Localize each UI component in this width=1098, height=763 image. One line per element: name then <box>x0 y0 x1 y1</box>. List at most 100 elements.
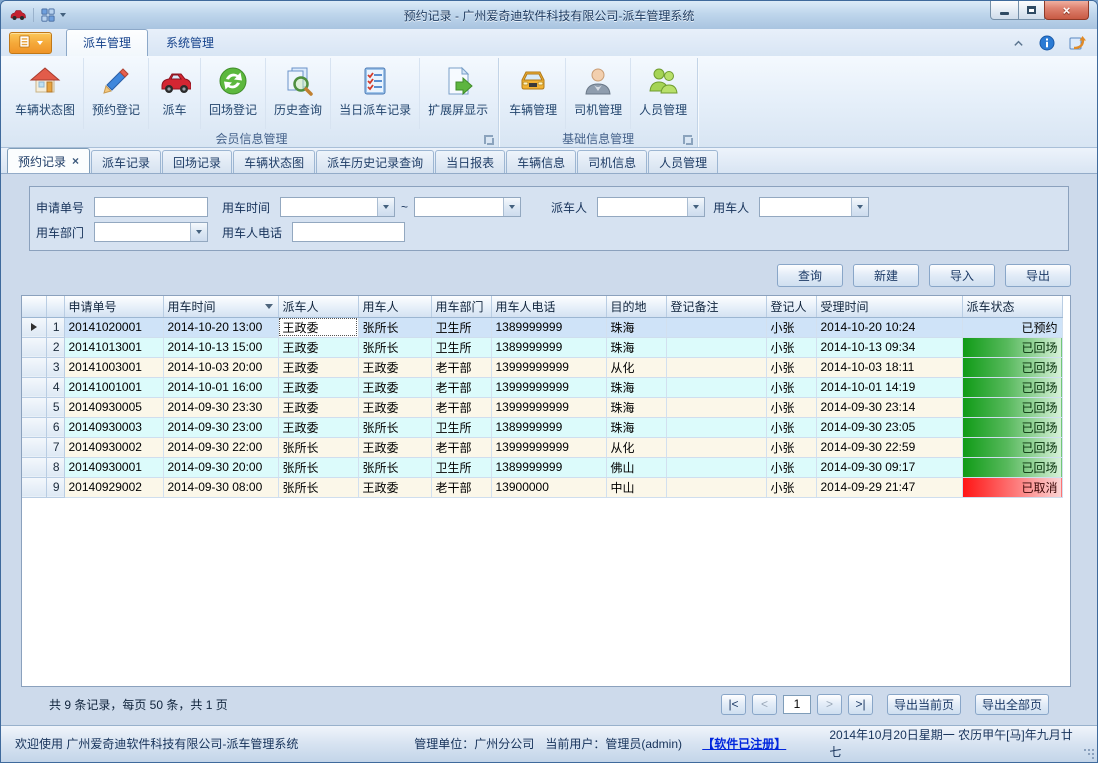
cell-destination[interactable]: 珠海 <box>606 317 666 337</box>
column-header-destination[interactable]: 目的地 <box>606 296 666 317</box>
cell-phone[interactable]: 13999999999 <box>491 437 606 457</box>
user-input[interactable] <box>760 198 851 216</box>
table-row-5[interactable]: 5201409300052014-09-30 23:30王政委王政委老干部139… <box>22 397 1062 417</box>
cell-remark[interactable] <box>666 477 766 497</box>
collapse-ribbon-chevron-icon[interactable] <box>1012 38 1025 52</box>
cell-accept-time[interactable]: 2014-10-13 09:34 <box>816 337 962 357</box>
cell-phone[interactable]: 1389999999 <box>491 417 606 437</box>
cell-remark[interactable] <box>666 317 766 337</box>
cell-remark[interactable] <box>666 457 766 477</box>
cell-destination[interactable]: 从化 <box>606 437 666 457</box>
prev-page-button[interactable]: < <box>752 694 777 715</box>
import-button[interactable]: 导入 <box>929 264 995 287</box>
document-tab-回场记录[interactable]: 回场记录 <box>162 150 232 173</box>
cell-phone[interactable]: 13900000 <box>491 477 606 497</box>
dept-combo[interactable] <box>94 222 208 242</box>
export-current-page-button[interactable]: 导出当前页 <box>887 694 961 715</box>
dropdown-button[interactable] <box>377 198 394 216</box>
cell-dispatcher[interactable]: 王政委 <box>278 357 358 377</box>
cell-dept[interactable]: 卫生所 <box>431 457 491 477</box>
last-page-button[interactable]: >| <box>848 694 873 715</box>
column-header-use-time[interactable]: 用车时间 <box>163 296 278 317</box>
cell-app-no[interactable]: 20141020001 <box>64 317 163 337</box>
use-time-from-input[interactable] <box>281 198 377 216</box>
cell-destination[interactable]: 珠海 <box>606 417 666 437</box>
document-tab-人员管理[interactable]: 人员管理 <box>648 150 718 173</box>
user-combo[interactable] <box>759 197 869 217</box>
cell-use-time[interactable]: 2014-09-30 22:00 <box>163 437 278 457</box>
cell-user[interactable]: 王政委 <box>358 357 431 377</box>
ribbon-button-回场登记[interactable]: 回场登记 <box>201 58 266 129</box>
ribbon-button-车辆管理[interactable]: 车辆管理 <box>501 58 566 129</box>
cell-accept-time[interactable]: 2014-09-30 23:14 <box>816 397 962 417</box>
cell-registrar[interactable]: 小张 <box>766 357 816 377</box>
dispatcher-combo[interactable] <box>597 197 705 217</box>
cell-dispatcher[interactable]: 王政委 <box>278 337 358 357</box>
cell-dispatcher[interactable]: 张所长 <box>278 477 358 497</box>
cell-registrar[interactable]: 小张 <box>766 417 816 437</box>
cell-destination[interactable]: 珠海 <box>606 377 666 397</box>
document-tab-司机信息[interactable]: 司机信息 <box>577 150 647 173</box>
cell-destination[interactable]: 珠海 <box>606 397 666 417</box>
column-header-status[interactable]: 派车状态 <box>962 296 1062 317</box>
cell-accept-time[interactable]: 2014-09-30 09:17 <box>816 457 962 477</box>
cell-accept-time[interactable]: 2014-10-03 18:11 <box>816 357 962 377</box>
ribbon-button-历史查询[interactable]: 历史查询 <box>266 58 331 129</box>
table-row-1[interactable]: 1201410200012014-10-20 13:00王政委张所长卫生所138… <box>22 317 1062 337</box>
row-indicator-cell[interactable] <box>22 457 46 477</box>
query-button[interactable]: 查询 <box>777 264 843 287</box>
column-header-dept[interactable]: 用车部门 <box>431 296 491 317</box>
cell-registrar[interactable]: 小张 <box>766 437 816 457</box>
filter-dropdown-icon[interactable] <box>265 304 273 309</box>
ribbon-tab-1[interactable]: 派车管理 <box>66 29 148 56</box>
table-row-8[interactable]: 8201409300012014-09-30 20:00张所长张所长卫生所138… <box>22 457 1062 477</box>
cell-registrar[interactable]: 小张 <box>766 317 816 337</box>
cell-remark[interactable] <box>666 357 766 377</box>
resize-grip[interactable] <box>1092 749 1094 759</box>
dropdown-button[interactable] <box>503 198 520 216</box>
info-icon[interactable] <box>1039 35 1055 54</box>
cell-remark[interactable] <box>666 417 766 437</box>
app-menu-button[interactable] <box>9 32 52 54</box>
ribbon-button-扩展屏显示[interactable]: 扩展屏显示 <box>420 58 496 129</box>
page-number-input[interactable] <box>783 695 811 714</box>
cell-phone[interactable]: 13999999999 <box>491 377 606 397</box>
cell-phone[interactable]: 13999999999 <box>491 397 606 417</box>
maximize-button[interactable] <box>1018 1 1045 20</box>
cell-phone[interactable]: 1389999999 <box>491 317 606 337</box>
row-indicator-cell[interactable] <box>22 337 46 357</box>
cell-accept-time[interactable]: 2014-10-20 10:24 <box>816 317 962 337</box>
quick-access-layout-icon[interactable] <box>41 8 55 22</box>
use-time-from-combo[interactable] <box>280 197 395 217</box>
cell-use-time[interactable]: 2014-10-13 15:00 <box>163 337 278 357</box>
registration-link[interactable]: 【软件已注册】 <box>702 735 829 752</box>
cell-use-time[interactable]: 2014-10-01 16:00 <box>163 377 278 397</box>
export-all-pages-button[interactable]: 导出全部页 <box>975 694 1049 715</box>
table-row-6[interactable]: 6201409300032014-09-30 23:00王政委张所长卫生所138… <box>22 417 1062 437</box>
cell-dept[interactable]: 卫生所 <box>431 337 491 357</box>
cell-app-no[interactable]: 20141003001 <box>64 357 163 377</box>
next-page-button[interactable]: > <box>817 694 842 715</box>
cell-use-time[interactable]: 2014-10-03 20:00 <box>163 357 278 377</box>
app-no-input[interactable] <box>94 197 208 217</box>
cell-user[interactable]: 王政委 <box>358 437 431 457</box>
cell-user[interactable]: 张所长 <box>358 337 431 357</box>
cell-app-no[interactable]: 20140930001 <box>64 457 163 477</box>
cell-dispatcher[interactable]: 王政委 <box>278 377 358 397</box>
use-time-to-input[interactable] <box>415 198 503 216</box>
cell-use-time[interactable]: 2014-10-20 13:00 <box>163 317 278 337</box>
dispatcher-input[interactable] <box>598 198 687 216</box>
cell-app-no[interactable]: 20140930002 <box>64 437 163 457</box>
dropdown-button[interactable] <box>687 198 704 216</box>
row-indicator-cell[interactable] <box>22 397 46 417</box>
cell-status[interactable]: 已取消 <box>962 477 1062 497</box>
ribbon-button-预约登记[interactable]: 预约登记 <box>84 58 149 129</box>
cell-destination[interactable]: 珠海 <box>606 337 666 357</box>
table-row-3[interactable]: 3201410030012014-10-03 20:00王政委王政委老干部139… <box>22 357 1062 377</box>
column-header-remark[interactable]: 登记备注 <box>666 296 766 317</box>
cell-use-time[interactable]: 2014-09-30 08:00 <box>163 477 278 497</box>
cell-dept[interactable]: 卫生所 <box>431 417 491 437</box>
close-tab-icon[interactable]: × <box>72 156 79 166</box>
cell-status[interactable]: 已回场 <box>962 377 1062 397</box>
cell-registrar[interactable]: 小张 <box>766 337 816 357</box>
